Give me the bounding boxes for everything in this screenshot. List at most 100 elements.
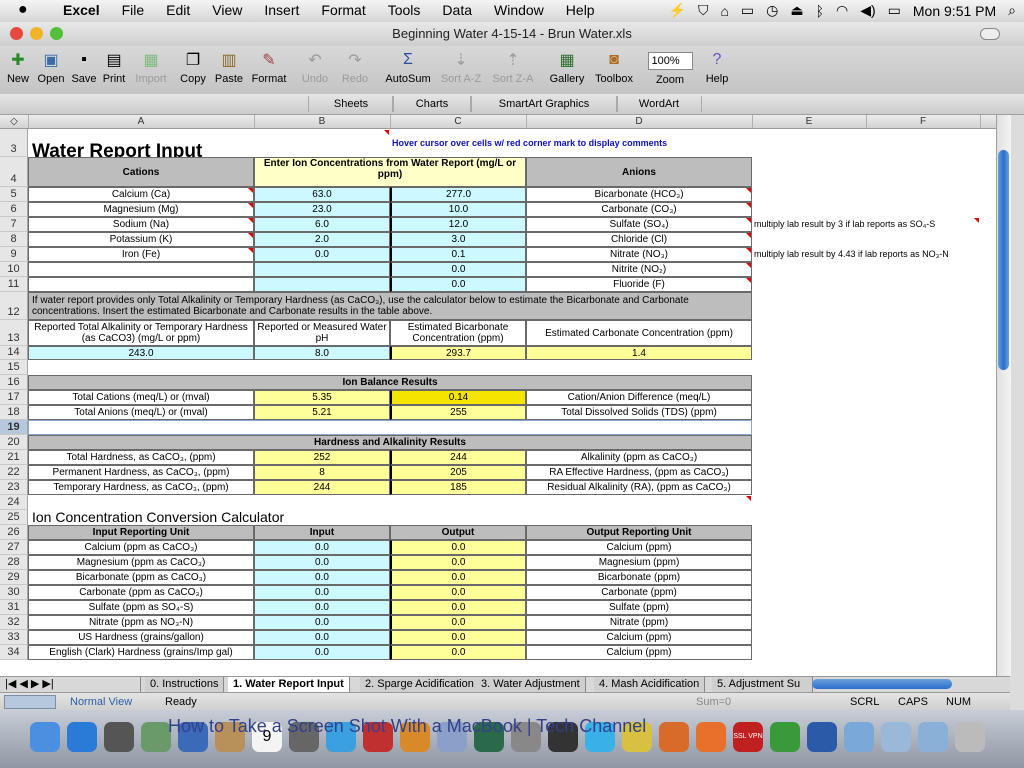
conversion-output[interactable]: 0.0	[390, 555, 526, 570]
alkalinity-input[interactable]: 243.0	[28, 346, 254, 360]
zoom-select[interactable]: 100%	[647, 52, 693, 70]
home-icon[interactable]: ⌂	[720, 3, 728, 19]
conversion-output-unit[interactable]: Calcium (ppm)	[526, 630, 752, 645]
ion-balance-desc[interactable]: Cation/Anion Difference (meq/L)	[526, 390, 752, 405]
cation-label[interactable]: Sodium (Na)	[28, 217, 254, 232]
zoom-control[interactable]: 100% Zoom	[644, 48, 696, 86]
row-header-12[interactable]: 12	[0, 292, 28, 320]
column-header-c[interactable]: C	[390, 115, 527, 128]
row-header-33[interactable]: 33	[0, 630, 28, 645]
row-header-31[interactable]: 31	[0, 600, 28, 615]
documents-icon[interactable]	[881, 722, 911, 752]
cation-input[interactable]	[254, 277, 390, 292]
anion-label[interactable]: Chloride (Cl)	[526, 232, 752, 247]
import-button[interactable]: ▦ Import	[132, 48, 170, 85]
menu-view[interactable]: View	[201, 2, 253, 18]
save-button[interactable]: ▪ Save	[70, 48, 98, 85]
row-header-34[interactable]: 34	[0, 645, 28, 660]
bicarbonate-estimate[interactable]: 293.7	[390, 346, 526, 360]
cations-header[interactable]: Cations	[28, 157, 254, 187]
paste-button[interactable]: ▥ Paste	[212, 48, 246, 85]
conversion-input[interactable]: 0.0	[254, 645, 390, 660]
bluetooth-icon[interactable]: ᛒ	[816, 3, 824, 19]
anion-input[interactable]: 12.0	[390, 217, 526, 232]
alkalinity-header[interactable]: Estimated Bicarbonate Concentration (ppm…	[390, 320, 526, 346]
anion-label[interactable]: Nitrate (NO₃)	[526, 247, 752, 262]
cation-input[interactable]	[254, 262, 390, 277]
conversion-output-unit[interactable]: Bicarbonate (ppm)	[526, 570, 752, 585]
column-header-f[interactable]: F	[866, 115, 981, 128]
row-header-22[interactable]: 22	[0, 465, 28, 480]
scroll-thumb[interactable]	[998, 150, 1009, 370]
row-header-17[interactable]: 17	[0, 390, 28, 405]
ion-balance-value[interactable]: 5.35	[254, 390, 390, 405]
help-button[interactable]: ? Help	[702, 48, 732, 85]
row-header-19[interactable]: 19	[0, 420, 28, 435]
anion-input[interactable]: 277.0	[390, 187, 526, 202]
ribbon-tab-wordart[interactable]: WordArt	[616, 96, 702, 112]
menu-file[interactable]: File	[111, 2, 156, 18]
copy-button[interactable]: ❐ Copy	[178, 48, 208, 85]
vertical-scrollbar[interactable]	[996, 115, 1011, 676]
print-button[interactable]: ▤ Print	[100, 48, 128, 85]
horizontal-scroll-thumb[interactable]	[812, 679, 952, 689]
alkalinity-header[interactable]: Estimated Carbonate Concentration (ppm)	[526, 320, 752, 346]
hardness-label[interactable]: Permanent Hardness, as CaCO₃, (ppm)	[28, 465, 254, 480]
menu-edit[interactable]: Edit	[155, 2, 201, 18]
row-header-18[interactable]: 18	[0, 405, 28, 420]
row-header-4[interactable]: 4	[0, 157, 28, 187]
cation-input[interactable]: 0.0	[254, 247, 390, 262]
web-icon[interactable]	[807, 722, 837, 752]
column-header-d[interactable]: D	[526, 115, 753, 128]
anion-label[interactable]: Bicarbonate (HCO₃)	[526, 187, 752, 202]
menu-help[interactable]: Help	[555, 2, 606, 18]
anion-label[interactable]: Nitrite (NO₂)	[526, 262, 752, 277]
select-all-button[interactable]: ◇	[0, 115, 29, 128]
toolbar-toggle-button[interactable]	[980, 28, 1000, 40]
hardness-label[interactable]: Temporary Hardness, as CaCO₃, (ppm)	[28, 480, 254, 495]
cation-label[interactable]: Iron (Fe)	[28, 247, 254, 262]
ribbon-tab-charts[interactable]: Charts	[392, 96, 472, 112]
app-store-icon[interactable]	[67, 722, 97, 752]
anion-label[interactable]: Fluoride (F)	[526, 277, 752, 292]
sort-ascending-button[interactable]: ⇣ Sort A-Z	[436, 48, 486, 85]
sheet-nav-buttons[interactable]: |◀ ◀ ▶ ▶|	[0, 677, 141, 692]
conversion-output-unit[interactable]: Sulfate (ppm)	[526, 600, 752, 615]
sulfate-note[interactable]: multiply lab result by 3 if lab reports …	[752, 217, 974, 232]
alkalinity-value[interactable]: 244	[390, 450, 526, 465]
time-machine-icon[interactable]: ◷	[766, 2, 778, 19]
battery-icon[interactable]: ▭	[888, 2, 901, 19]
row-header-13[interactable]: 13	[0, 320, 28, 346]
column-header-a[interactable]: A	[28, 115, 255, 128]
row-19-selection[interactable]	[28, 420, 752, 435]
conversion-input-unit[interactable]: US Hardness (grains/gallon)	[28, 630, 254, 645]
conversion-input-unit[interactable]: Sulfate (ppm as SO₄-S)	[28, 600, 254, 615]
display-icon[interactable]: ▭	[741, 2, 754, 19]
row-header-30[interactable]: 30	[0, 585, 28, 600]
alkalinity-note[interactable]: If water report provides only Total Alka…	[28, 292, 752, 320]
wifi-icon[interactable]: ◠	[836, 2, 848, 19]
launchpad-icon[interactable]	[104, 722, 134, 752]
normal-view-button[interactable]	[4, 695, 56, 709]
row-header-14[interactable]: 14	[0, 346, 28, 360]
hover-note[interactable]: Hover cursor over cells w/ red corner ma…	[390, 129, 752, 157]
toolbox-button[interactable]: ◙ Toolbox	[590, 48, 638, 85]
ion-balance-value[interactable]: 5.21	[254, 405, 390, 420]
conversion-output-unit[interactable]: Magnesium (ppm)	[526, 555, 752, 570]
anion-input[interactable]: 0.0	[390, 262, 526, 277]
vpn-icon[interactable]: SSL VPN	[733, 722, 763, 752]
cation-label[interactable]	[28, 262, 254, 277]
anion-input[interactable]: 0.0	[390, 277, 526, 292]
finder-icon[interactable]	[30, 722, 60, 752]
sort-descending-button[interactable]: ⇡ Sort Z-A	[488, 48, 538, 85]
conversion-input-unit[interactable]: Calcium (ppm as CaCO₃)	[28, 540, 254, 555]
clock[interactable]: Mon 9:51 PM	[913, 3, 996, 19]
undo-button[interactable]: ↶ Undo	[298, 48, 332, 85]
ion-entry-header[interactable]: Enter Ion Concentrations from Water Repo…	[254, 157, 526, 187]
alkalinity-desc[interactable]: Alkalinity (ppm as CaCO₃)	[526, 450, 752, 465]
conversion-output-unit[interactable]: Nitrate (ppm)	[526, 615, 752, 630]
volume-icon[interactable]: ◀)	[860, 2, 875, 19]
folder-icon[interactable]	[844, 722, 874, 752]
row-header-32[interactable]: 32	[0, 615, 28, 630]
conversion-input[interactable]: 0.0	[254, 630, 390, 645]
